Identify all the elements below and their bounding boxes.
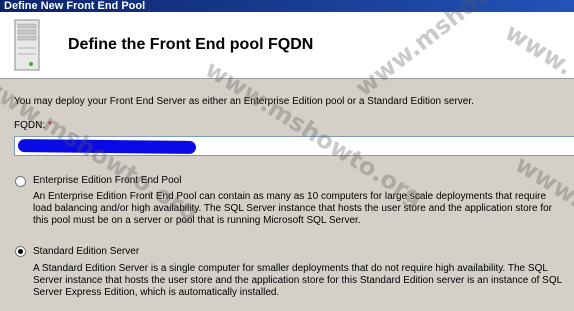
- standard-edition-radio[interactable]: [15, 246, 26, 257]
- redaction-mark: [17, 139, 197, 154]
- enterprise-edition-label[interactable]: Enterprise Edition Front End Pool: [33, 175, 181, 186]
- page-title: Define the Front End pool FQDN: [68, 36, 314, 53]
- wizard-header: Define the Front End pool FQDN: [0, 12, 574, 79]
- standard-edition-description: A Standard Edition Server is a single co…: [33, 263, 562, 298]
- enterprise-edition-radio[interactable]: [15, 176, 26, 187]
- server-icon: [14, 19, 40, 71]
- fqdn-label: FQDN: *: [14, 120, 52, 131]
- standard-edition-label[interactable]: Standard Edition Server: [33, 246, 139, 257]
- required-marker: *: [47, 120, 52, 131]
- fqdn-label-text: FQDN:: [14, 120, 46, 131]
- intro-text: You may deploy your Front End Server as …: [14, 96, 474, 107]
- enterprise-edition-description: An Enterprise Edition Front End Pool can…: [33, 191, 553, 226]
- window-title-bar: Define New Front End Pool: [0, 0, 574, 12]
- window-title: Define New Front End Pool: [4, 0, 146, 12]
